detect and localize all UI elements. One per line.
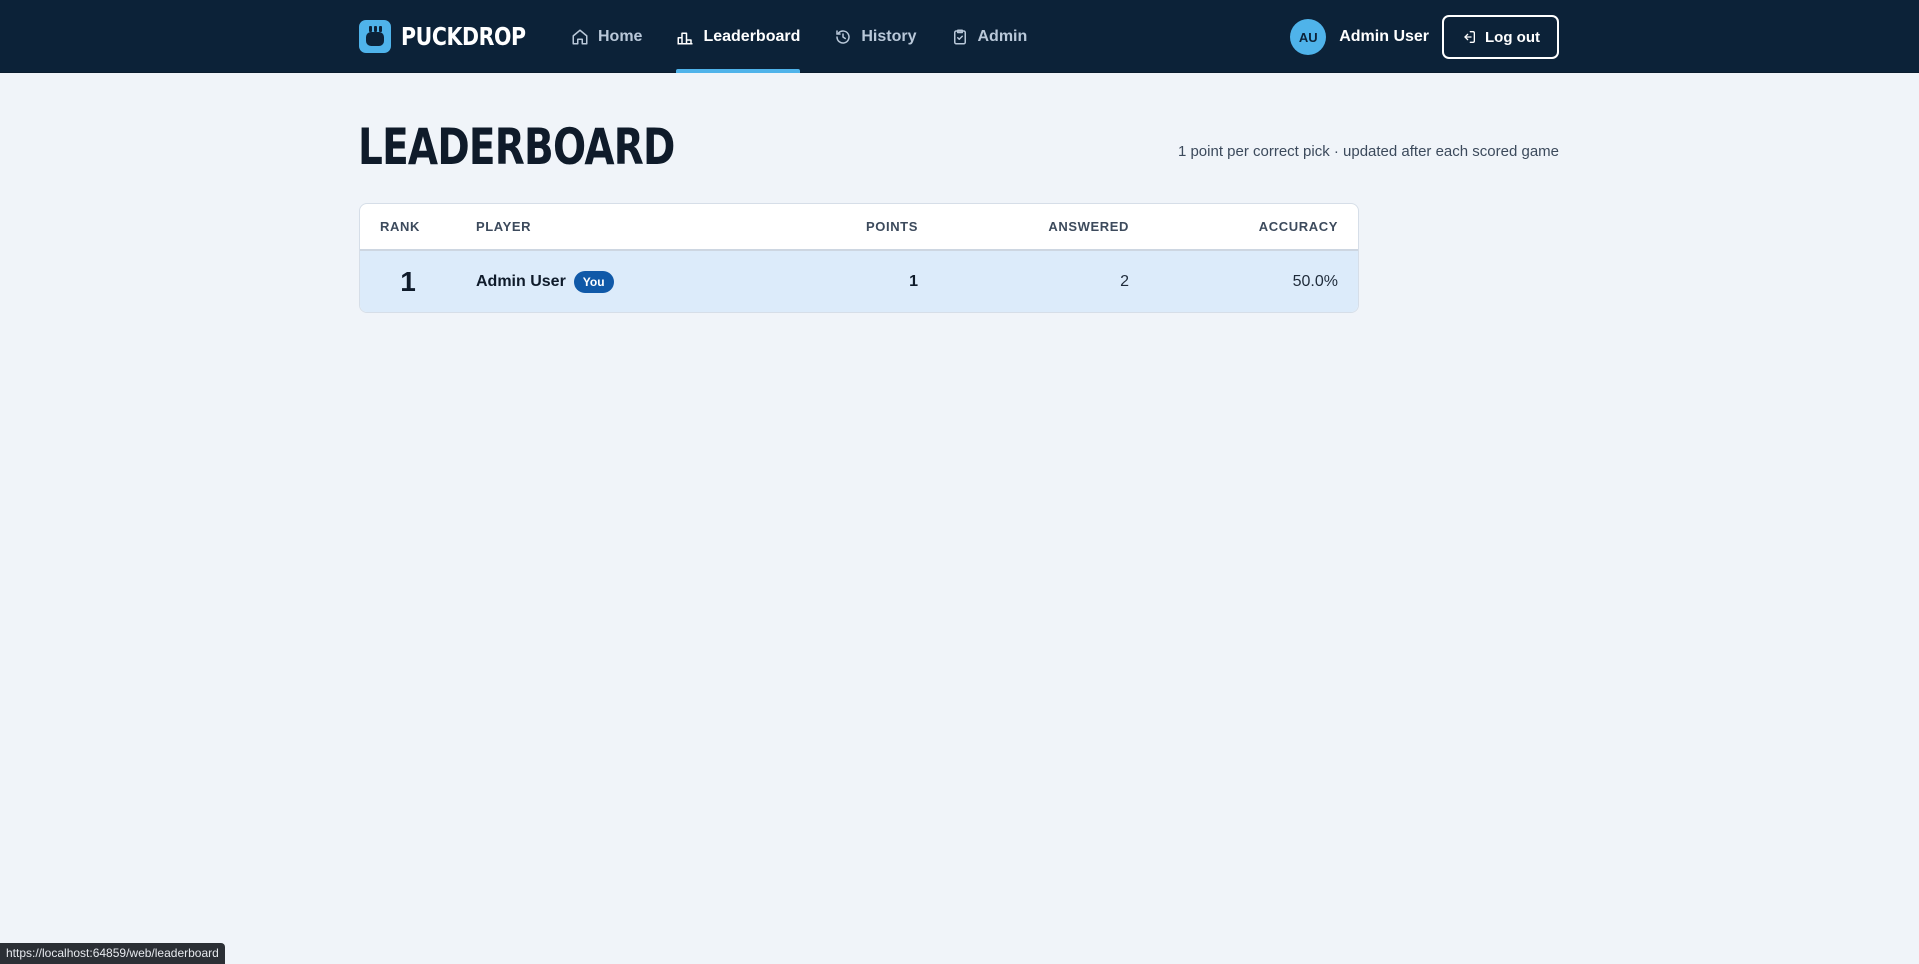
player-cell: Admin User You — [476, 251, 614, 312]
nav-item-admin[interactable]: Admin — [951, 0, 1028, 73]
brand[interactable]: PUCKDROP — [359, 20, 553, 53]
nav-item-label: Leaderboard — [703, 27, 801, 45]
top-nav-bar: PUCKDROP Home Leaderboard History Admin … — [0, 0, 1919, 73]
nav-item-label: Home — [598, 27, 643, 45]
page-subtitle: 1 point per correct pick · updated after… — [1177, 143, 1559, 160]
user-area: AU Admin User Log out — [1290, 15, 1559, 59]
user-name: Admin User — [1339, 28, 1430, 45]
brand-name: PUCKDROP — [401, 22, 526, 51]
nav-item-label: History — [861, 27, 917, 45]
status-bar-url: https://localhost:64859/web/leaderboard — [0, 943, 225, 964]
clipboard-check-icon — [953, 29, 966, 44]
answered-value: 2 — [1120, 272, 1129, 290]
nav-item-leaderboard[interactable]: Leaderboard — [676, 0, 800, 73]
points-cell: 1 — [909, 251, 918, 312]
nav-item-home[interactable]: Home — [571, 0, 642, 73]
leaderboard-table: RANK PLAYER POINTS ANSWERED ACCURACY 1 A… — [359, 203, 1359, 313]
you-badge: You — [573, 270, 614, 293]
nav-item-label: Admin — [977, 27, 1028, 45]
main-nav: Home Leaderboard History Admin — [571, 0, 1061, 73]
table-row[interactable]: 1 Admin User You 1 2 50.0% — [360, 251, 1358, 312]
logout-label: Log out — [1485, 28, 1540, 46]
leaderboard-icon — [677, 32, 693, 44]
table-header: RANK PLAYER POINTS ANSWERED ACCURACY — [360, 204, 1358, 251]
player-name: Admin User — [476, 272, 566, 290]
avatar[interactable]: AU — [1290, 19, 1327, 55]
accuracy-value: 50.0% — [1292, 272, 1338, 290]
rank-value: 1 — [400, 265, 416, 297]
home-icon — [572, 29, 588, 44]
column-header-answered: ANSWERED — [1048, 219, 1129, 234]
rank-cell: 1 — [380, 251, 436, 312]
logout-icon — [1464, 31, 1476, 43]
accuracy-cell: 50.0% — [1293, 251, 1338, 312]
column-header-rank: RANK — [380, 219, 420, 234]
logout-button[interactable]: Log out — [1442, 15, 1559, 59]
column-header-player: PLAYER — [476, 219, 532, 234]
column-header-points: POINTS — [866, 219, 918, 234]
puck-logo-icon — [359, 20, 391, 53]
points-value: 1 — [909, 272, 918, 290]
column-header-accuracy: ACCURACY — [1258, 219, 1338, 234]
history-icon — [836, 29, 851, 44]
answered-cell: 2 — [1120, 251, 1129, 312]
page-title: LEADERBOARD — [358, 118, 675, 176]
nav-item-history[interactable]: History — [834, 0, 917, 73]
